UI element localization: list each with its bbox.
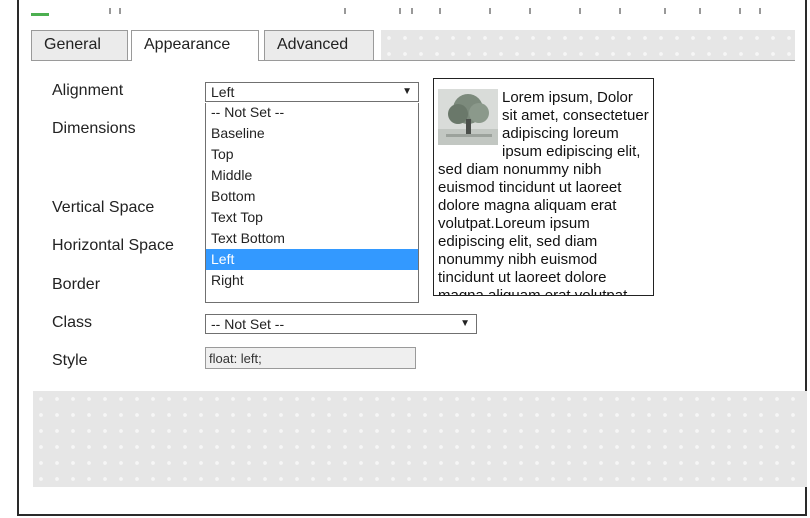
toolbar-accent xyxy=(31,13,49,16)
style-label: Style xyxy=(52,352,88,369)
alignment-preview: Lorem ipsum, Dolor sit amet, consectetue… xyxy=(433,78,654,296)
tab-general[interactable]: General xyxy=(31,30,128,60)
alignment-dropdown-list[interactable]: -- Not Set -- Baseline Top Middle Bottom Text… xyxy=(205,103,419,303)
dialog-frame: General Appearance Advanced Alignment Di… xyxy=(17,0,807,516)
alignment-label: Alignment xyxy=(52,82,124,99)
alignment-option[interactable]: Left xyxy=(206,249,418,270)
vertical-space-label: Vertical Space xyxy=(52,199,155,216)
alignment-option[interactable]: -- Not Set -- xyxy=(206,103,418,123)
alignment-option[interactable]: Middle xyxy=(206,165,418,186)
alignment-option[interactable]: Text Bottom xyxy=(206,228,418,249)
chevron-down-icon: ▼ xyxy=(460,318,470,329)
tab-appearance[interactable]: Appearance xyxy=(131,30,259,61)
alignment-option[interactable]: Right xyxy=(206,270,418,291)
tab-bar-pattern xyxy=(381,30,795,60)
alignment-option[interactable]: Baseline xyxy=(206,123,418,144)
class-select[interactable]: -- Not Set -- ▼ xyxy=(205,314,477,334)
dimensions-label: Dimensions xyxy=(52,120,136,137)
alignment-select[interactable]: Left ▼ xyxy=(205,82,419,102)
style-input[interactable] xyxy=(205,347,416,369)
class-label: Class xyxy=(52,314,93,331)
tab-advanced[interactable]: Advanced xyxy=(264,30,374,60)
border-label: Border xyxy=(52,276,101,293)
chevron-down-icon: ▼ xyxy=(402,86,412,97)
alignment-option[interactable]: Top xyxy=(206,144,418,165)
class-select-value: -- Not Set -- xyxy=(211,316,285,332)
tree-thumbnail-icon xyxy=(438,89,498,145)
clipped-toolbar-strip xyxy=(19,0,805,22)
alignment-select-value: Left xyxy=(211,84,235,100)
tab-bar: General Appearance Advanced xyxy=(31,30,795,61)
alignment-option[interactable]: Bottom xyxy=(206,186,418,207)
horizontal-space-label: Horizontal Space xyxy=(52,237,174,254)
alignment-option[interactable]: Text Top xyxy=(206,207,418,228)
dialog-footer xyxy=(33,391,807,487)
